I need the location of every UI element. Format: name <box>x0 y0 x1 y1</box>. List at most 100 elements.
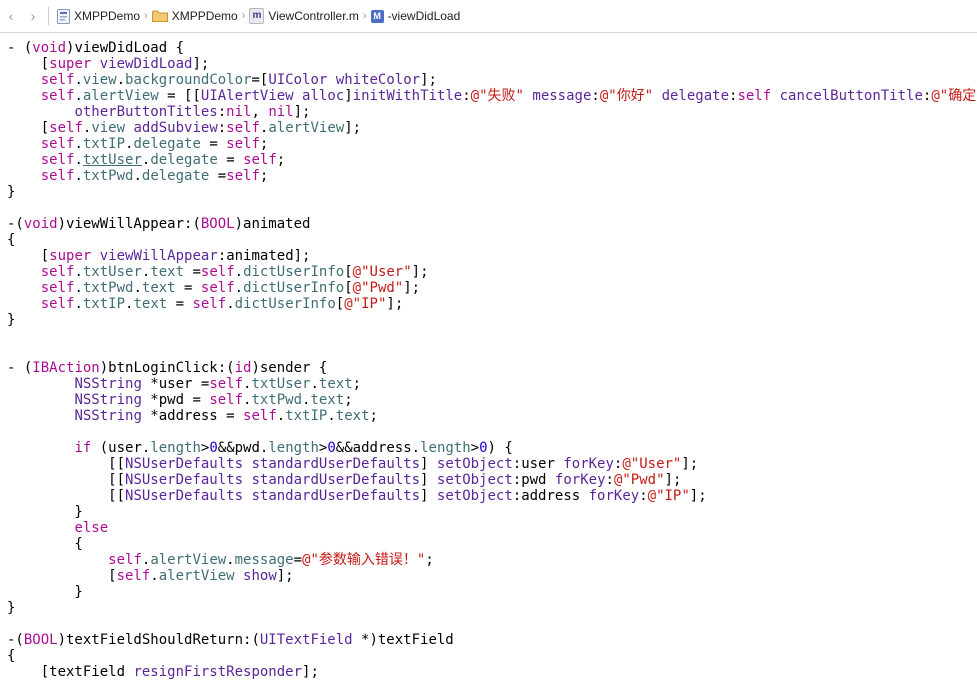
source-editor[interactable]: - (void)viewDidLoad { [super viewDidLoad… <box>7 40 977 680</box>
code-token: ]; <box>302 664 319 680</box>
chevron-right-icon: › <box>144 10 148 22</box>
breadcrumb-project[interactable]: XMPPDemo › <box>57 0 152 32</box>
code-token: text <box>141 280 176 296</box>
code-token: } <box>7 184 16 200</box>
code-token: delegate <box>141 168 210 184</box>
code-token: -( <box>7 216 24 232</box>
code-line[interactable]: self.alertView.message=@"参数输入错误！"; <box>7 552 977 568</box>
code-token: ; <box>259 168 269 184</box>
breadcrumb-method[interactable]: M -viewDidLoad <box>370 0 461 32</box>
breadcrumb-label: -viewDidLoad <box>387 9 461 23</box>
code-line[interactable]: [super viewDidLoad]; <box>7 56 977 72</box>
code-line[interactable]: } <box>7 600 977 616</box>
code-token: length <box>268 440 319 456</box>
code-token: resignFirstResponder <box>133 664 303 680</box>
code-line[interactable]: { <box>7 232 977 248</box>
code-line[interactable]: NSString *user =self.txtUser.text; <box>7 376 977 392</box>
code-token: self <box>243 152 277 168</box>
code-line[interactable]: } <box>7 312 977 328</box>
code-line[interactable]: [[NSUserDefaults standardUserDefaults] s… <box>7 456 977 472</box>
code-line[interactable] <box>7 616 977 632</box>
code-line[interactable]: [textField resignFirstResponder]; <box>7 664 977 680</box>
code-token: forKey <box>588 488 640 504</box>
code-line[interactable]: self.txtIP.text = self.dictUserInfo[@"IP… <box>7 296 977 312</box>
code-line[interactable]: self.txtIP.delegate = self; <box>7 136 977 152</box>
code-token: (user. <box>91 440 151 456</box>
code-token: self <box>116 568 151 584</box>
code-line[interactable]: self.txtUser.text =self.dictUserInfo[@"U… <box>7 264 977 280</box>
code-token: ] <box>344 88 353 104</box>
back-button[interactable]: ‹ <box>0 0 22 32</box>
code-token: alertView <box>82 88 159 104</box>
code-line[interactable]: [super viewWillAppear:animated]; <box>7 248 977 264</box>
code-token: self <box>49 120 83 136</box>
code-line[interactable]: [[NSUserDefaults standardUserDefaults] s… <box>7 472 977 488</box>
code-line[interactable] <box>7 328 977 344</box>
code-token: nil <box>268 104 294 120</box>
code-token: ; <box>259 136 269 152</box>
code-line[interactable]: self.alertView = [[UIAlertView alloc]ini… <box>7 88 977 104</box>
code-token: : <box>462 88 471 104</box>
forward-button[interactable]: › <box>22 0 44 32</box>
code-token: &&pwd. <box>217 440 269 456</box>
code-line[interactable]: [self.alertView show]; <box>7 568 977 584</box>
code-token: whiteColor <box>335 72 421 88</box>
code-token: ) { <box>487 440 513 456</box>
code-token: { <box>7 536 83 552</box>
code-token: } <box>7 600 16 616</box>
code-line[interactable]: -(BOOL)textFieldShouldReturn:(UITextFiel… <box>7 632 977 648</box>
code-token: )viewDidLoad { <box>66 40 185 56</box>
code-token: viewDidLoad <box>99 56 193 72</box>
code-token: . <box>74 168 83 184</box>
code-line[interactable]: self.view.backgroundColor=[UIColor white… <box>7 72 977 88</box>
code-token: self <box>243 408 277 424</box>
code-line[interactable]: { <box>7 536 977 552</box>
code-token: setObject <box>436 488 513 504</box>
code-line[interactable]: } <box>7 504 977 520</box>
jump-bar: ‹ › XMPPDemo › XMPPDemo › m ViewControll… <box>0 0 977 33</box>
code-token: addSubview <box>133 120 218 136</box>
code-token: self <box>40 72 75 88</box>
code-line[interactable]: NSString *pwd = self.txtPwd.text; <box>7 392 977 408</box>
code-line[interactable]: self.txtPwd.delegate =self; <box>7 168 977 184</box>
code-token: [ <box>344 280 353 296</box>
code-line[interactable]: { <box>7 648 977 664</box>
code-line[interactable]: self.txtPwd.text = self.dictUserInfo[@"P… <box>7 280 977 296</box>
code-token: = <box>217 152 244 168</box>
code-line[interactable]: [[NSUserDefaults standardUserDefaults] s… <box>7 488 977 504</box>
code-line[interactable]: else <box>7 520 977 536</box>
code-line[interactable]: if (user.length>0&&pwd.length>0&&address… <box>7 440 977 456</box>
breadcrumb-file[interactable]: m ViewController.m › <box>249 0 370 32</box>
code-token: ]; <box>344 120 362 136</box>
code-line[interactable]: [self.view addSubview:self.alertView]; <box>7 120 977 136</box>
code-token: { <box>7 648 16 664</box>
code-token: NSString <box>74 408 142 424</box>
code-line[interactable]: } <box>7 584 977 600</box>
code-token: [ <box>335 296 345 312</box>
code-token: ; <box>352 376 362 392</box>
code-line[interactable]: - (IBAction)btnLoginClick:(id)sender { <box>7 360 977 376</box>
code-line[interactable]: NSString *address = self.txtIP.text; <box>7 408 977 424</box>
breadcrumb-folder[interactable]: XMPPDemo › <box>151 0 250 32</box>
code-line[interactable] <box>7 200 977 216</box>
code-token: self <box>737 88 772 104</box>
code-line[interactable]: -(void)viewWillAppear:(BOOL)animated <box>7 216 977 232</box>
code-line[interactable]: } <box>7 184 977 200</box>
code-line[interactable] <box>7 424 977 440</box>
code-token: 0 <box>209 440 218 456</box>
code-line[interactable] <box>7 344 977 360</box>
code-token: txtIP <box>82 296 126 312</box>
code-line[interactable]: self.txtUser.delegate = self; <box>7 152 977 168</box>
code-token: . <box>150 568 159 584</box>
code-line[interactable]: - (void)viewDidLoad { <box>7 40 977 56</box>
chevron-right-icon: › <box>241 10 246 22</box>
code-line[interactable]: otherButtonTitles:nil, nil]; <box>7 104 977 120</box>
code-token: ] <box>420 472 437 488</box>
code-token: : <box>639 488 648 504</box>
code-token: [ <box>7 248 50 264</box>
code-token: . <box>74 264 83 280</box>
code-token: alertView <box>158 568 235 584</box>
